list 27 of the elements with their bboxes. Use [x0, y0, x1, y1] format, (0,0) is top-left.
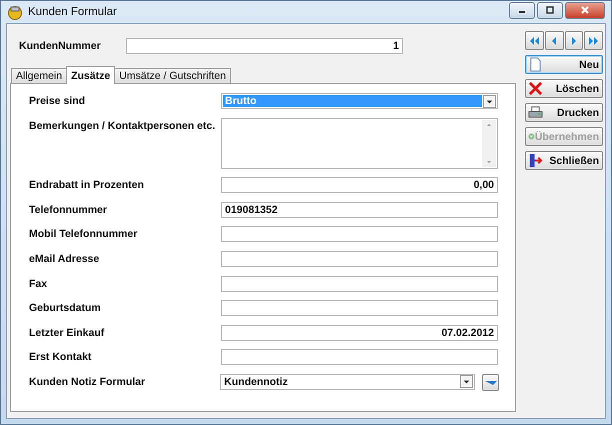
field-label: Preise sind: [29, 94, 86, 107]
customer-number-field[interactable]: 1: [126, 38, 403, 54]
input-field[interactable]: 0,00: [221, 177, 498, 194]
tab[interactable]: Umsätze / Gutschriften: [114, 68, 231, 83]
input-field[interactable]: 07.02.2012: [221, 324, 498, 341]
field-label: Geburtsdatum: [29, 301, 102, 314]
field-label: Erst Kontakt: [29, 350, 92, 364]
field-label: eMail Adresse: [29, 252, 100, 265]
tab[interactable]: Zusätze: [66, 66, 116, 84]
field-label: Bemerkungen / Kontaktpersonen etc.: [29, 118, 216, 132]
print-button[interactable]: Drucken: [525, 103, 603, 122]
window-title: Kunden Formular: [28, 6, 117, 18]
delete-button[interactable]: Löschen: [525, 79, 603, 98]
new-button[interactable]: Neu: [525, 55, 603, 74]
field-label: Mobil Telefonnummer: [29, 227, 138, 240]
field-label: Endrabatt in Prozenten: [29, 178, 145, 192]
close-form-button[interactable]: Schließen: [525, 151, 603, 170]
field-label: Fax: [29, 276, 48, 290]
field-label: Kunden Notiz Formular: [29, 374, 146, 388]
field-label: Letzter Einkauf: [29, 326, 106, 339]
dropdown-value: Brutto: [223, 95, 482, 107]
customer-number-label: KundenNummer: [19, 40, 102, 52]
tab[interactable]: Allgemein: [11, 68, 68, 83]
dropdown-value: Kundennotiz: [223, 376, 289, 388]
field-label: Telefonnummer: [29, 202, 108, 216]
input-field[interactable]: 019081352: [221, 202, 498, 218]
dropdown[interactable]: Kundennotiz: [220, 374, 476, 390]
